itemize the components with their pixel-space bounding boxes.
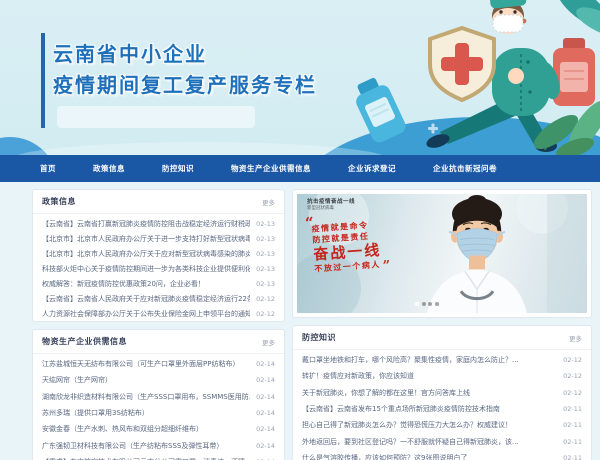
news-item[interactable]: 江苏盐城恒天无纺布有限公司（可生产口罩里外面层PP纺粘布）02-14 xyxy=(42,356,275,372)
policy-more-link[interactable]: 更多 xyxy=(262,197,275,207)
knowledge-more-link[interactable]: 更多 xyxy=(569,333,582,343)
news-item[interactable]: 关于新冠肺炎，你想了解的都在这里！官方问答库上线02-12 xyxy=(302,385,582,401)
news-item[interactable]: 权威解答：新冠疫情防控优惠政策20问，企业必看！02-13 xyxy=(42,276,275,291)
banner-slogan: “ 疫情就是命令 防控就是责任 奋战一线 不放过一个病人” xyxy=(311,218,392,276)
title-accent-bar xyxy=(41,33,45,128)
panel-knowledge-header: 防控知识 更多 xyxy=(293,326,591,350)
panel-knowledge: 防控知识 更多 戴口罩坐地铁和打车，哪个风险高？聚集性疫情，家庭内怎么防止？..… xyxy=(292,325,592,460)
policy-list: 【云南省】云南省打赢新冠肺炎疫情防控阻击战稳定经济运行财税政...02-13 【… xyxy=(33,214,284,321)
carousel-dot[interactable] xyxy=(428,302,432,306)
news-item[interactable]: 广东强韧卫材科技有限公司（生产纺粘布SSS及弹性耳带）02-14 xyxy=(42,437,275,453)
nav-item-supply[interactable]: 物资生产企业供需信息 xyxy=(231,163,311,174)
panel-supply-title: 物资生产企业供需信息 xyxy=(42,336,127,347)
news-item[interactable]: 湖南欣龙非织造材料有限公司（生产SSS口罩用布，SSMMS医用防...02-14 xyxy=(42,389,275,405)
news-item[interactable]: 【云南省】云南省发布15个重点场所新冠肺炎疫情防控技术指南02-11 xyxy=(302,401,582,417)
page-title: 云南省中小企业 疫情期间复工复产服务专栏 xyxy=(53,39,317,101)
news-item[interactable]: 戴口罩坐地铁和打车，哪个风险高？聚集性疫情，家庭内怎么防止？...02-12 xyxy=(302,352,582,368)
nav-item-home[interactable]: 首页 xyxy=(40,163,56,174)
supply-list: 江苏盐城恒天无纺布有限公司（可生产口罩里外面层PP纺粘布）02-14 天纮网帘（… xyxy=(33,354,284,460)
news-item[interactable]: 外地返回后，要到社区登记吗？一不舒服就怀疑自己得新冠肺炎，该...02-11 xyxy=(302,433,582,449)
main-content: 政策信息 更多 【云南省】云南省打赢新冠肺炎疫情防控阻击战稳定经济运行财税政..… xyxy=(0,182,600,460)
page-title-line1: 云南省中小企业 xyxy=(53,39,317,70)
banner-badge: 抗击疫情奋战一线 新型冠状病毒 xyxy=(307,199,355,212)
banner-image[interactable]: 抗击疫情奋战一线 新型冠状病毒 “ 疫情就是命令 防控就是责任 奋战一线 不放过… xyxy=(297,194,587,313)
panel-supply: 物资生产企业供需信息 更多 江苏盐城恒天无纺布有限公司（可生产口罩里外面层PP纺… xyxy=(32,329,285,460)
news-item[interactable]: 担心自己得了新冠肺炎怎么办？觉得恐慌压力大怎么办？权威建议！02-11 xyxy=(302,417,582,433)
news-item[interactable]: 【云南省】云南省打赢新冠肺炎疫情防控阻击战稳定经济运行财税政...02-13 xyxy=(42,216,275,231)
panel-knowledge-title: 防控知识 xyxy=(302,332,336,343)
news-item[interactable]: 【需求】东方航空技术有限公司云南分公司需口罩、消毒液、酒精02-14 xyxy=(42,454,275,460)
news-item[interactable]: 人力资源社会保障部办公厅关于公布失业保险金网上申领平台的通知02-12 xyxy=(42,306,275,321)
carousel-dot[interactable] xyxy=(435,302,439,306)
news-item[interactable]: 【北京市】北京市人民政府办公厅关于进一步支持打好新型冠状病毒...02-13 xyxy=(42,231,275,246)
panel-supply-header: 物资生产企业供需信息 更多 xyxy=(33,330,284,354)
open-quote: “ xyxy=(305,214,315,233)
right-column: 抗击疫情奋战一线 新型冠状病毒 “ 疫情就是命令 防控就是责任 奋战一线 不放过… xyxy=(292,189,592,460)
nav-item-survey[interactable]: 企业抗击新冠问卷 xyxy=(433,163,497,174)
panel-policy-header: 政策信息 更多 xyxy=(33,190,284,214)
close-quote: ” xyxy=(382,258,392,274)
main-navbar: 首页 政策信息 防控知识 物资生产企业供需信息 企业诉求登记 企业抗击新冠问卷 xyxy=(0,155,600,182)
news-item[interactable]: 天纮网帘（生产网帘）02-14 xyxy=(42,372,275,388)
left-column: 政策信息 更多 【云南省】云南省打赢新冠肺炎疫情防控阻击战稳定经济运行财税政..… xyxy=(32,189,285,460)
panel-policy: 政策信息 更多 【云南省】云南省打赢新冠肺炎疫情防控阻击战稳定经济运行财税政..… xyxy=(32,189,285,322)
news-item[interactable]: 转扩！疫情应对新政策，你应该知道02-12 xyxy=(302,368,582,384)
page-title-line2: 疫情期间复工复产服务专栏 xyxy=(53,70,317,101)
panel-policy-title: 政策信息 xyxy=(42,196,76,207)
news-item[interactable]: 安徽金春（生产水刺、热风布和双组分超细纤维布）02-14 xyxy=(42,421,275,437)
knowledge-list: 戴口罩坐地铁和打车，哪个风险高？聚集性疫情，家庭内怎么防止？...02-12 转… xyxy=(293,350,591,460)
nav-item-policy[interactable]: 政策信息 xyxy=(93,163,125,174)
supply-more-link[interactable]: 更多 xyxy=(262,337,275,347)
carousel-dot[interactable] xyxy=(415,302,419,306)
news-item[interactable]: 什么是气溶胶传播，应该如何预防？这9张图说明白了02-11 xyxy=(302,450,582,460)
carousel-dot[interactable] xyxy=(422,302,426,306)
news-item[interactable]: 苏州多瑞（提供口罩用3S纺粘布）02-14 xyxy=(42,405,275,421)
news-item[interactable]: 【北京市】北京市人民政府办公厅关于应对新型冠状病毒感染的肺炎...02-13 xyxy=(42,246,275,261)
news-item[interactable]: 【云南省】云南省人民政府关于应对新冠肺炎疫情稳定经济运行22条...02-12 xyxy=(42,291,275,306)
banner-carousel: 抗击疫情奋战一线 新型冠状病毒 “ 疫情就是命令 防控就是责任 奋战一线 不放过… xyxy=(292,189,592,318)
hero-header: 云南省中小企业 疫情期间复工复产服务专栏 xyxy=(0,0,600,155)
news-item[interactable]: 科技部火炬中心关于疫情防控期间进一步为各类科技企业提供便利化...02-13 xyxy=(42,261,275,276)
nav-item-knowledge[interactable]: 防控知识 xyxy=(162,163,194,174)
shield-icon xyxy=(430,28,494,100)
carousel-dots xyxy=(415,302,439,306)
title-underlay xyxy=(57,106,255,128)
nav-item-appeal[interactable]: 企业诉求登记 xyxy=(348,163,396,174)
